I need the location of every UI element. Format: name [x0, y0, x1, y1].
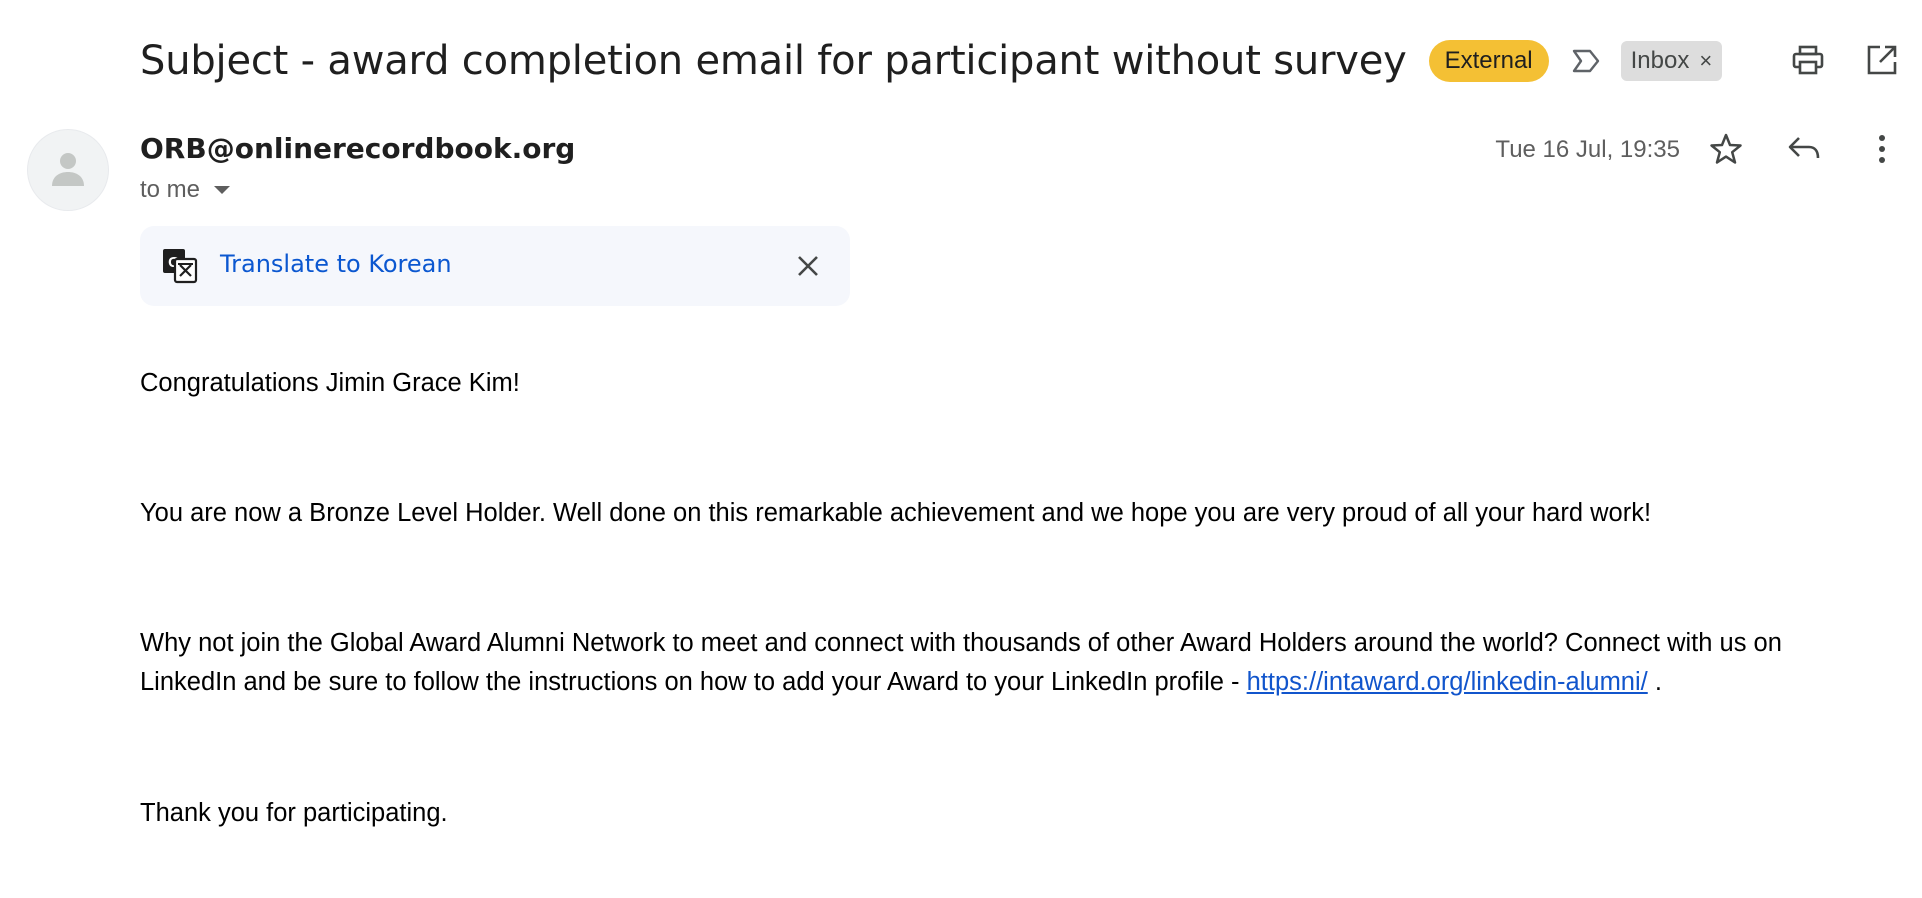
- body-greeting: Congratulations Jimin Grace Kim!: [140, 369, 520, 397]
- print-icon[interactable]: [1790, 42, 1826, 78]
- open-in-new-window-icon[interactable]: [1864, 42, 1900, 78]
- remove-label-icon[interactable]: ×: [1699, 46, 1712, 76]
- recipient-text: to me: [140, 176, 201, 203]
- translate-link[interactable]: Translate to Korean: [220, 250, 452, 278]
- body-closing: Thank you for participating.: [140, 799, 448, 827]
- body-paragraph-achievement: You are now a Bronze Level Holder. Well …: [140, 499, 1652, 527]
- email-view: Subject - award completion email for par…: [0, 0, 1922, 898]
- more-vertical-icon[interactable]: [1864, 131, 1900, 167]
- translate-banner: G Translate to Korean: [140, 226, 850, 306]
- linkedin-alumni-link[interactable]: https://intaward.org/linkedin-alumni/: [1247, 668, 1648, 696]
- sender-address[interactable]: ORB@onlinerecordbook.org: [140, 132, 575, 165]
- alumni-text-end: .: [1647, 668, 1662, 696]
- star-icon[interactable]: [1708, 131, 1744, 167]
- chevron-down-icon[interactable]: [214, 186, 231, 194]
- message-actions: [1708, 131, 1900, 167]
- avatar[interactable]: [28, 130, 108, 210]
- inbox-label-text: Inbox: [1630, 47, 1690, 74]
- person-icon: [52, 153, 84, 186]
- subject-row: Subject - award completion email for par…: [140, 28, 1723, 94]
- email-subject: Subject - award completion email for par…: [140, 38, 1407, 84]
- external-badge: External: [1428, 40, 1549, 82]
- inbox-label-chip: Inbox ×: [1620, 41, 1723, 81]
- recipient-line: to me: [140, 176, 231, 204]
- thread-actions: [1790, 42, 1900, 78]
- message-date: Tue 16 Jul, 19:35: [1495, 136, 1680, 163]
- importance-marker-icon[interactable]: [1569, 44, 1603, 78]
- translate-icon: G: [163, 249, 198, 284]
- body-paragraph-alumni: Why not join the Global Award Alumni Net…: [140, 624, 1880, 702]
- reply-icon[interactable]: [1786, 131, 1822, 167]
- close-icon[interactable]: [790, 248, 826, 284]
